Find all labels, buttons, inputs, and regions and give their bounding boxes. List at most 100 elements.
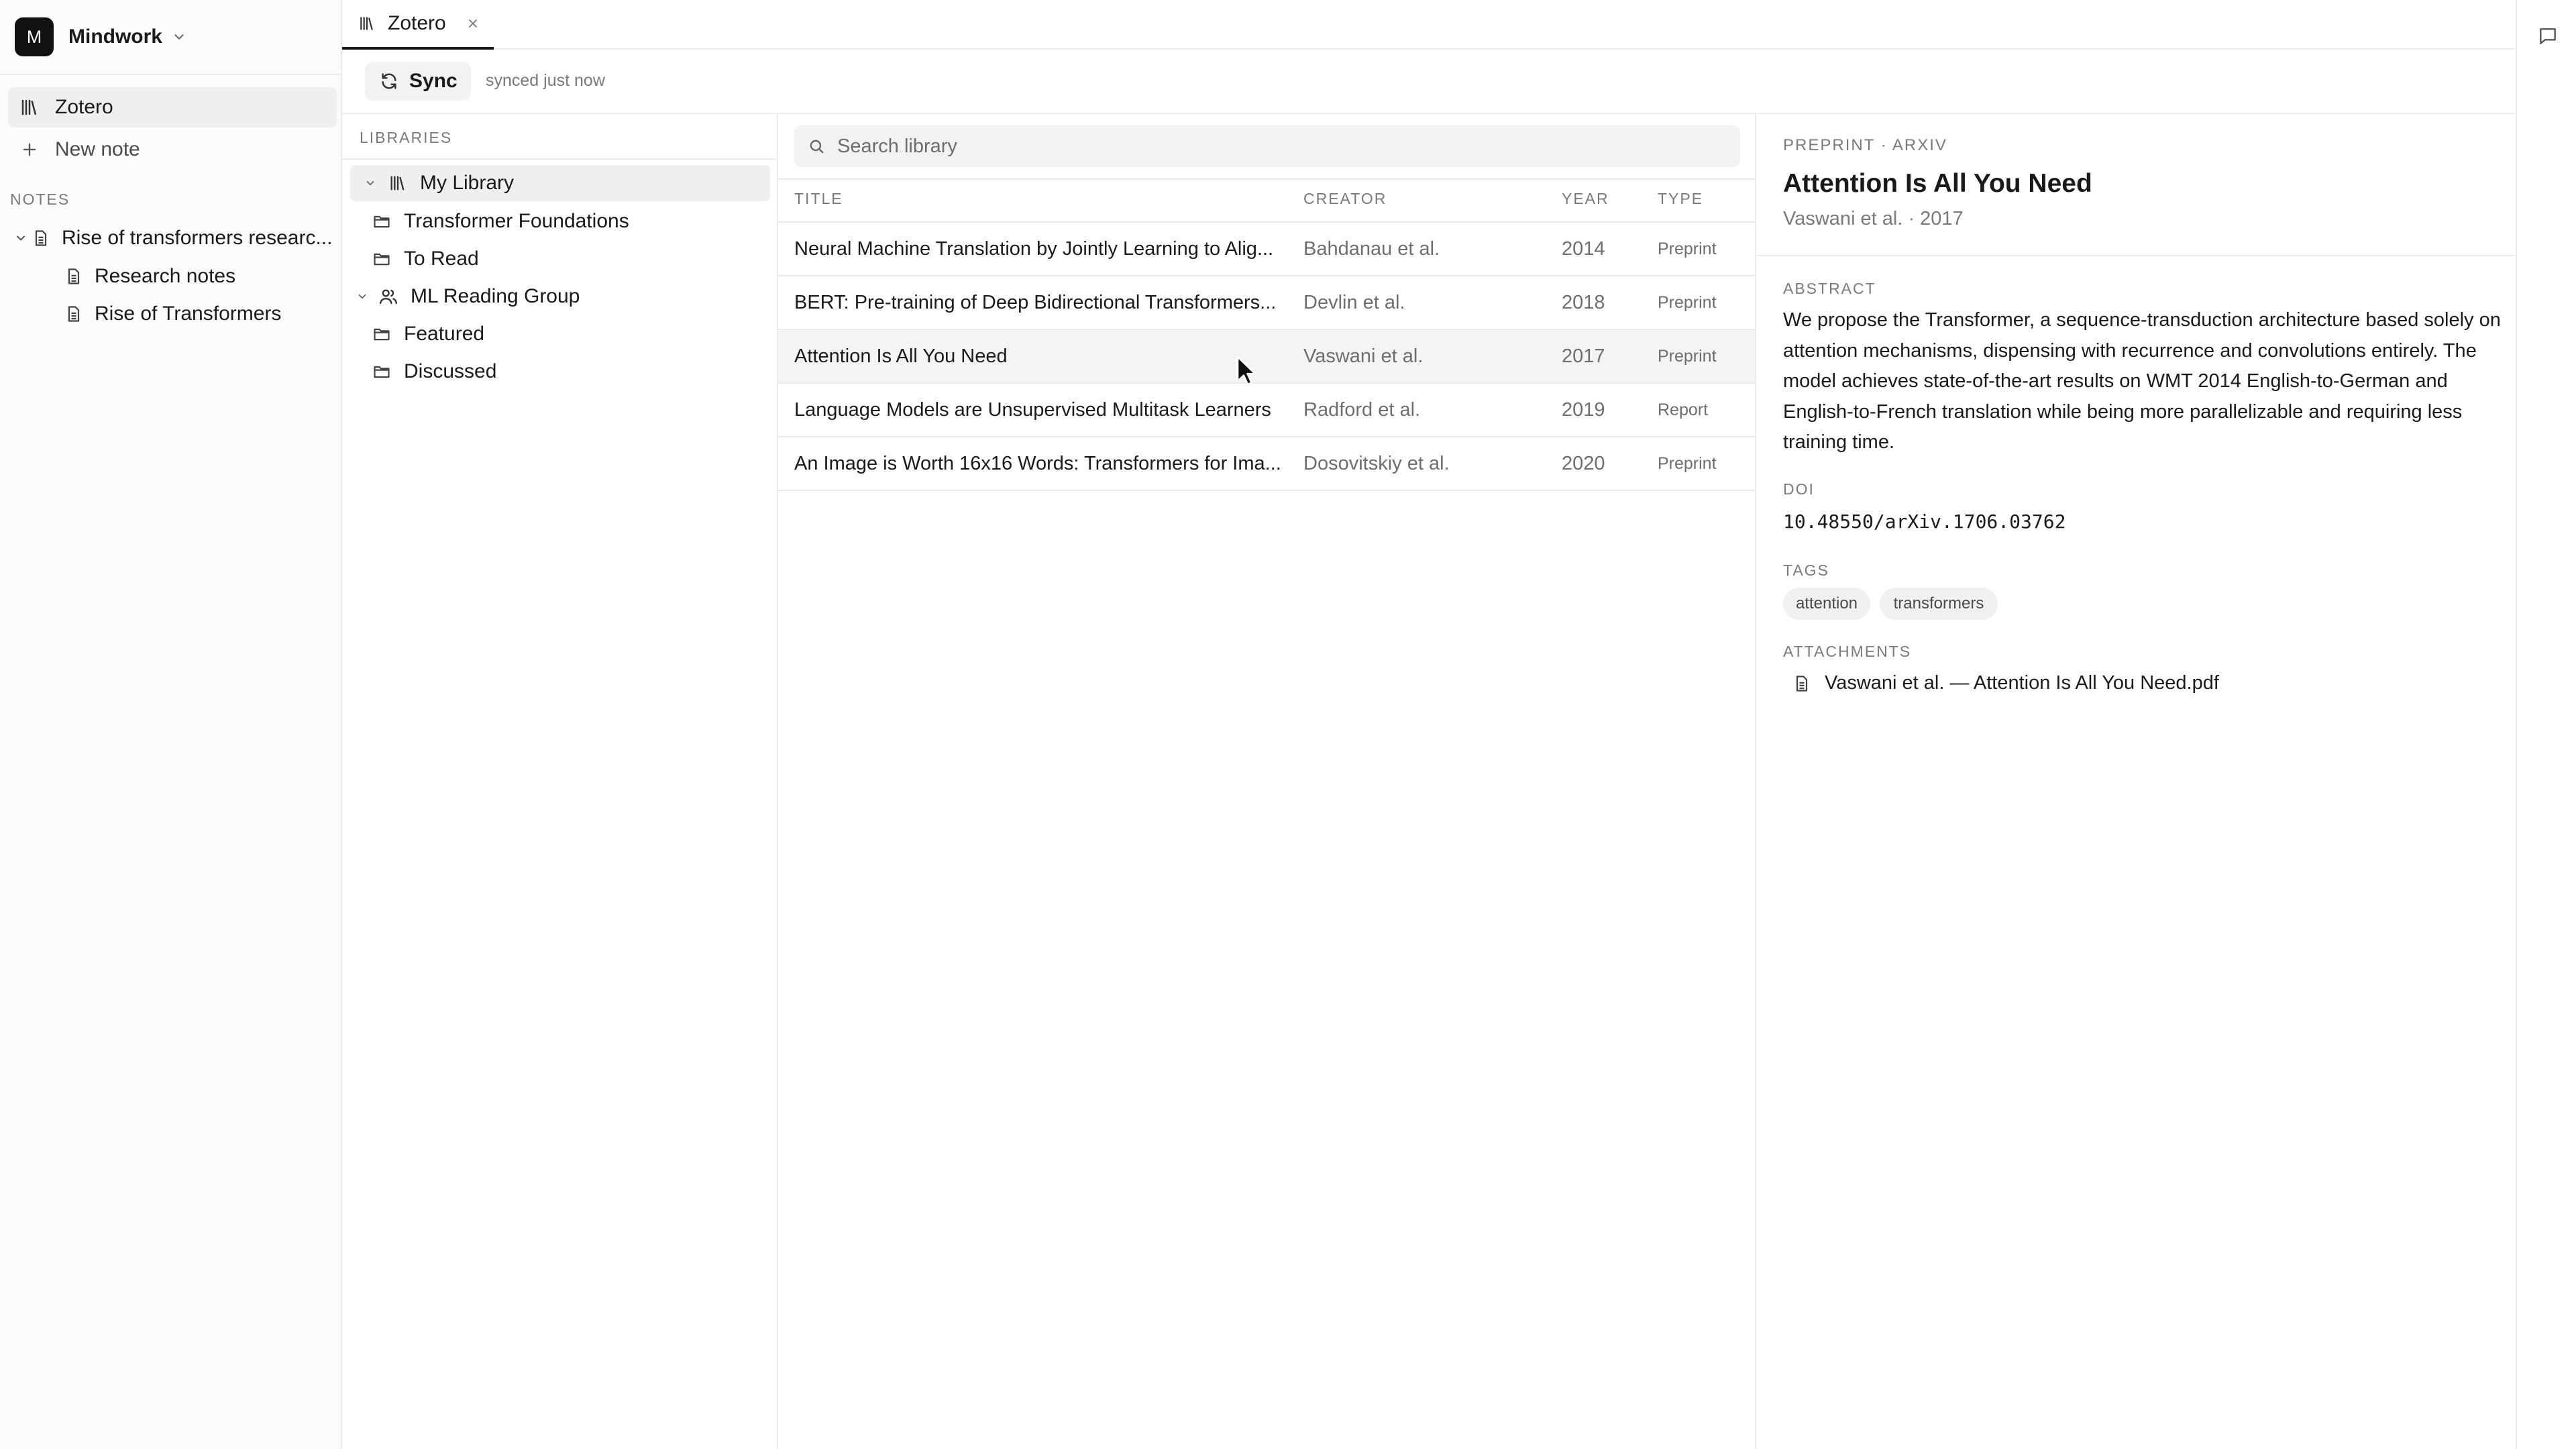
library-label: ML Reading Group — [411, 285, 580, 307]
collection-item[interactable]: Transformer Foundations — [370, 203, 629, 239]
library-label: My Library — [420, 172, 515, 194]
folder-icon — [370, 323, 393, 345]
folder-icon — [370, 210, 393, 233]
chevron-down-icon[interactable] — [354, 285, 370, 308]
library-item-my-library[interactable]: My Library — [350, 165, 770, 201]
tag-chip[interactable]: transformers — [1880, 588, 1998, 620]
note-tree-item[interactable]: Research notes — [62, 258, 235, 295]
tab-zotero[interactable]: Zotero — [342, 0, 494, 50]
attachment-item[interactable]: Vaswani et al. — Attention Is All You Ne… — [1792, 672, 2219, 694]
note-tree-item[interactable]: Rise of Transformers — [62, 295, 281, 333]
table-row[interactable]: Neural Machine Translation by Jointly Le… — [778, 223, 1755, 276]
comment-icon[interactable] — [2537, 25, 2559, 47]
right-rail — [2516, 0, 2576, 1449]
collection-item[interactable]: Featured — [370, 316, 484, 352]
library-icon — [358, 15, 376, 32]
collection-item[interactable]: Discussed — [370, 354, 496, 390]
items-pane: TITLE CREATOR YEAR TYPE Neural Machine T… — [778, 114, 1756, 1449]
item-title: Language Models are Unsupervised Multita… — [794, 398, 1271, 421]
item-creator: Vaswani et al. — [1303, 345, 1424, 367]
close-icon[interactable] — [466, 17, 480, 30]
folder-icon — [370, 248, 393, 270]
note-tree-item[interactable]: Rise of transformers researc... — [12, 219, 332, 257]
tag-chip[interactable]: attention — [1783, 588, 1870, 620]
libraries-section-label: LIBRARIES — [360, 129, 453, 146]
column-header-type[interactable]: TYPE — [1658, 190, 1703, 208]
folder-icon — [370, 360, 393, 383]
attachment-name: Vaswani et al. — Attention Is All You Ne… — [1825, 672, 2219, 694]
sync-button[interactable]: Sync — [365, 62, 471, 101]
sidebar: M Mindwork Zotero New note NOTES Rise of… — [0, 0, 342, 1449]
item-year: 2020 — [1562, 452, 1605, 474]
item-type: Preprint — [1658, 346, 1717, 366]
divider — [0, 74, 341, 75]
collection-label: Featured — [404, 323, 485, 345]
sync-status: synced just now — [486, 71, 605, 90]
item-title: Neural Machine Translation by Jointly Le… — [794, 237, 1274, 260]
library-icon — [17, 95, 42, 119]
sidebar-item-label: Zotero — [55, 96, 113, 118]
collection-label: To Read — [404, 248, 479, 270]
collection-label: Transformer Foundations — [404, 210, 629, 232]
item-type: Report — [1658, 400, 1709, 419]
chevron-down-icon[interactable] — [12, 227, 30, 250]
collection-label: Discussed — [404, 360, 497, 382]
document-icon — [62, 303, 85, 325]
note-title: Rise of Transformers — [95, 303, 282, 325]
workspace-switcher[interactable]: M Mindwork — [15, 17, 186, 57]
item-creator: Dosovitskiy et al. — [1303, 452, 1450, 474]
item-creator: Radford et al. — [1303, 398, 1421, 421]
item-detail-pane: PREPRINT · ARXIV Attention Is All You Ne… — [1756, 114, 2516, 1449]
tags-label: TAGS — [1783, 561, 1829, 579]
table-row-selected[interactable]: Attention Is All You Need Vaswani et al.… — [778, 330, 1755, 384]
item-title: An Image is Worth 16x16 Words: Transform… — [794, 452, 1281, 474]
item-type: Preprint — [1658, 239, 1717, 258]
doi-value[interactable]: 10.48550/arXiv.1706.03762 — [1783, 511, 2065, 533]
note-title: Rise of transformers researc... — [62, 227, 333, 249]
new-note-label: New note — [55, 138, 140, 160]
table-row[interactable]: BERT: Pre-training of Deep Bidirectional… — [778, 276, 1755, 330]
collection-item[interactable]: To Read — [370, 241, 479, 277]
item-creator: Bahdanau et al. — [1303, 237, 1440, 260]
sidebar-item-zotero[interactable]: Zotero — [8, 87, 337, 127]
item-type: Preprint — [1658, 292, 1717, 312]
table-row[interactable]: Language Models are Unsupervised Multita… — [778, 384, 1755, 437]
item-detail-title: Attention Is All You Need — [1783, 169, 2092, 198]
tab-label: Zotero — [388, 12, 446, 34]
doi-label: DOI — [1783, 480, 1815, 498]
document-icon — [30, 227, 52, 250]
search-bar[interactable] — [794, 125, 1740, 167]
attachments-label: ATTACHMENTS — [1783, 643, 1912, 660]
item-title: Attention Is All You Need — [794, 345, 1008, 367]
item-year: 2017 — [1562, 345, 1605, 367]
new-note-button[interactable]: New note — [8, 129, 337, 170]
column-header-creator[interactable]: CREATOR — [1303, 190, 1387, 208]
abstract-label: ABSTRACT — [1783, 280, 1876, 297]
table-row[interactable]: An Image is Worth 16x16 Words: Transform… — [778, 437, 1755, 491]
item-year: 2019 — [1562, 398, 1605, 421]
chevron-down-icon — [172, 30, 186, 44]
item-type: Preprint — [1658, 453, 1717, 473]
column-header-title[interactable]: TITLE — [794, 190, 843, 208]
document-icon — [62, 265, 85, 288]
divider — [342, 158, 777, 160]
column-header-year[interactable]: YEAR — [1562, 190, 1609, 208]
item-detail-meta: Vaswani et al. · 2017 — [1783, 208, 1964, 229]
workspace-name: Mindwork — [68, 25, 162, 48]
plus-icon — [17, 138, 42, 162]
item-year: 2014 — [1562, 237, 1605, 260]
mouse-cursor-icon — [1236, 356, 1259, 386]
search-icon — [808, 138, 825, 155]
workspace-avatar: M — [15, 17, 54, 56]
note-title: Research notes — [95, 265, 236, 287]
sync-label: Sync — [409, 70, 458, 92]
tab-bar: Zotero — [342, 0, 2516, 50]
chevron-down-icon[interactable] — [362, 172, 378, 195]
library-item-ml-reading-group[interactable]: ML Reading Group — [354, 278, 580, 315]
divider — [1756, 255, 2516, 256]
document-icon — [1792, 674, 1811, 693]
item-title: BERT: Pre-training of Deep Bidirectional… — [794, 291, 1277, 313]
search-input[interactable] — [837, 135, 1709, 158]
divider — [778, 178, 1755, 180]
toolbar: Sync synced just now — [342, 50, 2516, 114]
